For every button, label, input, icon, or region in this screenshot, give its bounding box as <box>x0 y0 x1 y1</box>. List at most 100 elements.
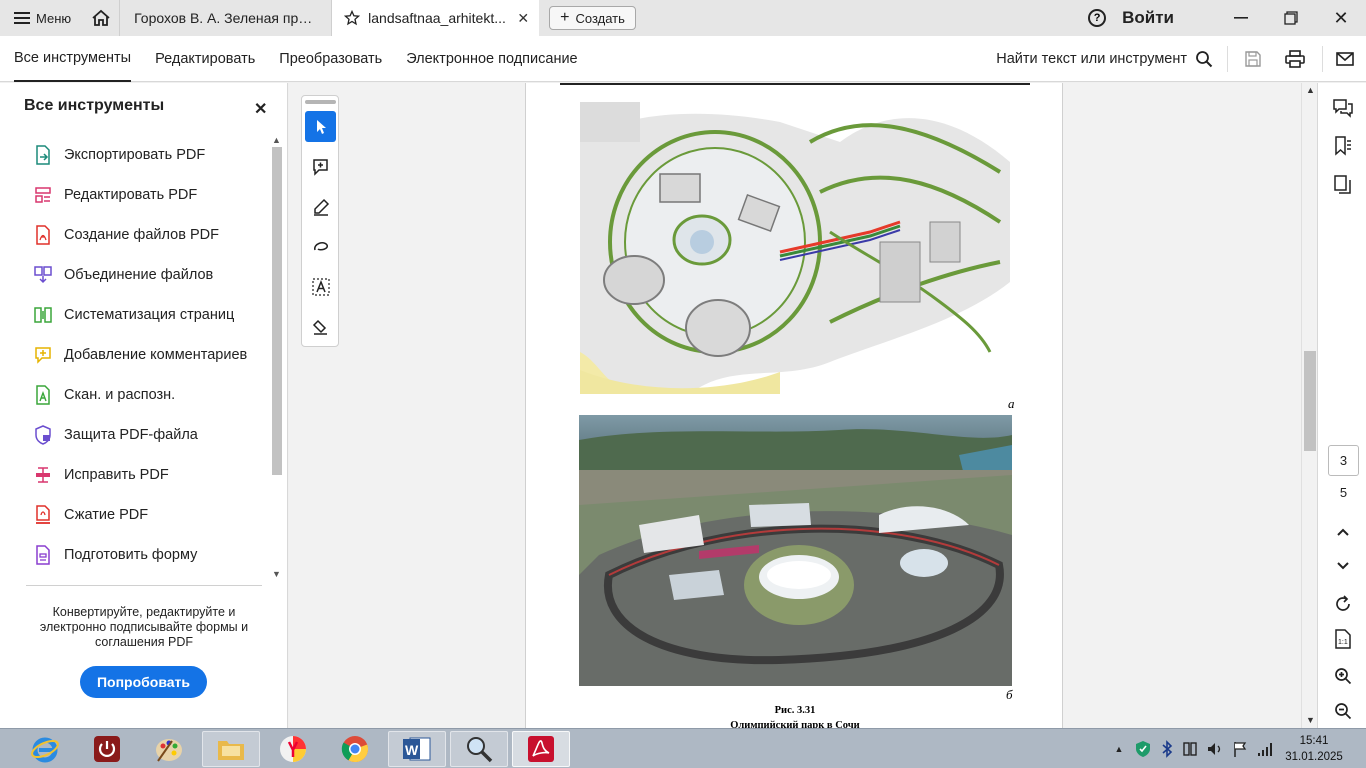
scroll-up-icon[interactable]: ▲ <box>272 135 281 145</box>
tab-edit[interactable]: Редактировать <box>155 36 255 82</box>
email-icon <box>1335 51 1354 66</box>
taskbar-word[interactable]: W <box>388 731 446 767</box>
quick-tools-toolbar <box>301 95 339 347</box>
highlight-tool[interactable] <box>305 191 336 222</box>
taskbar-internet-explorer[interactable] <box>16 731 74 767</box>
comments-button[interactable] <box>1330 95 1356 121</box>
text-select-tool[interactable] <box>305 271 336 302</box>
chrome-icon <box>341 736 369 763</box>
email-button[interactable] <box>1322 45 1366 72</box>
taskbar-acrobat[interactable] <box>512 731 570 767</box>
select-tool[interactable] <box>305 111 336 142</box>
bluetooth-icon[interactable] <box>1160 740 1174 758</box>
tool-combine-files[interactable]: Объединение файлов <box>34 255 264 295</box>
volume-icon[interactable] <box>1206 740 1224 758</box>
drag-handle[interactable] <box>305 100 336 104</box>
pages-icon <box>1334 175 1351 194</box>
tool-create-pdf[interactable]: Создание файлов PDF <box>34 215 264 255</box>
export-pdf-icon <box>36 145 50 165</box>
tab-all-tools[interactable]: Все инструменты <box>14 36 132 82</box>
action-center-flag-icon[interactable] <box>1232 740 1248 758</box>
tools-bar: Все инструменты Редактировать Преобразов… <box>0 36 1366 82</box>
network-device-icon[interactable] <box>1182 740 1198 758</box>
acrobat-icon <box>528 736 554 762</box>
security-shield-icon[interactable] <box>1134 740 1152 758</box>
zoom-out-button[interactable] <box>1330 698 1356 724</box>
document-scrollbar[interactable]: ▲ ▼ <box>1301 83 1317 728</box>
next-page-button[interactable] <box>1330 553 1356 579</box>
find-tool-button[interactable]: Найти текст или инструмент <box>996 45 1228 72</box>
tools-scrollbar[interactable]: ▲ ▼ <box>270 135 284 579</box>
zoom-in-button[interactable] <box>1330 663 1356 689</box>
pages-button[interactable] <box>1330 172 1356 198</box>
scroll-down-icon[interactable]: ▼ <box>272 569 281 579</box>
home-button[interactable] <box>83 0 119 36</box>
print-button[interactable] <box>1274 36 1316 82</box>
taskbar-power-app[interactable] <box>78 731 136 767</box>
clock[interactable]: 15:41 31.01.2025 <box>1284 733 1344 765</box>
scroll-up-icon[interactable]: ▲ <box>1306 85 1315 95</box>
protect-pdf-icon <box>35 425 51 445</box>
scroll-thumb[interactable] <box>272 147 282 475</box>
all-tools-panel: Все инструменты ✕ Экспортировать PDF Ред… <box>0 83 288 728</box>
tab-document-1[interactable]: Горохов В. А. Зеленая при... <box>119 0 331 36</box>
show-hidden-icons[interactable]: ▲ <box>1108 744 1130 754</box>
tool-organize-pages[interactable]: Систематизация страниц <box>34 295 264 335</box>
sign-tool[interactable] <box>305 311 336 342</box>
zoom-out-icon <box>1335 703 1352 720</box>
close-window-button[interactable]: ✕ <box>1316 0 1366 36</box>
sign-in-button[interactable]: Войти <box>1122 8 1174 28</box>
star-icon[interactable] <box>344 10 361 26</box>
try-button[interactable]: Попробовать <box>80 666 207 698</box>
tab-e-sign[interactable]: Электронное подписание <box>406 36 577 82</box>
tab-document-2[interactable]: landsaftnaa_arhitekt... ✕ <box>331 0 540 36</box>
svg-text:W: W <box>405 742 419 758</box>
minimize-icon <box>1234 17 1248 19</box>
print-icon <box>1285 49 1305 68</box>
bookmarks-button[interactable] <box>1330 133 1356 159</box>
close-tab-icon[interactable]: ✕ <box>517 10 529 27</box>
close-panel-icon[interactable]: ✕ <box>254 99 267 119</box>
restore-icon <box>1284 11 1298 25</box>
tool-redact-pdf[interactable]: Исправить PDF <box>34 455 264 495</box>
scroll-down-icon[interactable]: ▼ <box>1306 715 1315 725</box>
taskbar-search-app[interactable] <box>450 731 508 767</box>
restore-button[interactable] <box>1266 0 1316 36</box>
scroll-thumb[interactable] <box>1304 351 1316 451</box>
taskbar-paint[interactable] <box>140 731 198 767</box>
tool-export-pdf[interactable]: Экспортировать PDF <box>34 135 264 175</box>
save-button[interactable] <box>1232 36 1274 82</box>
create-pdf-icon <box>36 225 50 245</box>
chevron-up-icon <box>1337 528 1349 536</box>
tool-compress-pdf[interactable]: Сжатие PDF <box>34 495 264 535</box>
sign-icon <box>312 319 327 335</box>
taskbar-chrome[interactable] <box>326 731 384 767</box>
close-icon: ✕ <box>1333 7 1349 28</box>
previous-page-button[interactable] <box>1330 519 1356 545</box>
tool-protect-pdf[interactable]: Защита PDF-файла <box>34 415 264 455</box>
taskbar-yandex-browser[interactable] <box>264 731 322 767</box>
tab-convert[interactable]: Преобразовать <box>279 36 382 82</box>
comment-icon <box>35 347 51 364</box>
tool-prepare-form[interactable]: Подготовить форму <box>34 535 264 575</box>
tool-add-comments[interactable]: Добавление комментариев <box>34 335 264 375</box>
total-pages: 5 <box>1339 485 1348 500</box>
tool-scan-ocr[interactable]: Скан. и распозн. <box>34 375 264 415</box>
menu-button[interactable]: Меню <box>0 0 83 36</box>
signal-strength-icon[interactable] <box>1256 740 1274 758</box>
yandex-browser-icon <box>280 736 306 762</box>
minimize-button[interactable] <box>1216 0 1266 36</box>
current-page-field[interactable]: 3 <box>1328 445 1359 476</box>
organize-pages-icon <box>34 307 52 323</box>
rotate-button[interactable] <box>1330 591 1356 617</box>
help-icon[interactable]: ? <box>1088 9 1107 27</box>
prepare-form-icon <box>36 545 50 565</box>
add-comment-tool[interactable] <box>305 151 336 182</box>
aerial-photo-image <box>579 415 1012 686</box>
draw-tool[interactable] <box>305 231 336 262</box>
tool-edit-pdf[interactable]: Редактировать PDF <box>34 175 264 215</box>
create-button[interactable]: + Создать <box>549 6 636 30</box>
actual-size-button[interactable]: 1:1 <box>1330 626 1356 652</box>
taskbar-file-explorer[interactable] <box>202 731 260 767</box>
figure-label-b: б <box>1006 687 1013 702</box>
